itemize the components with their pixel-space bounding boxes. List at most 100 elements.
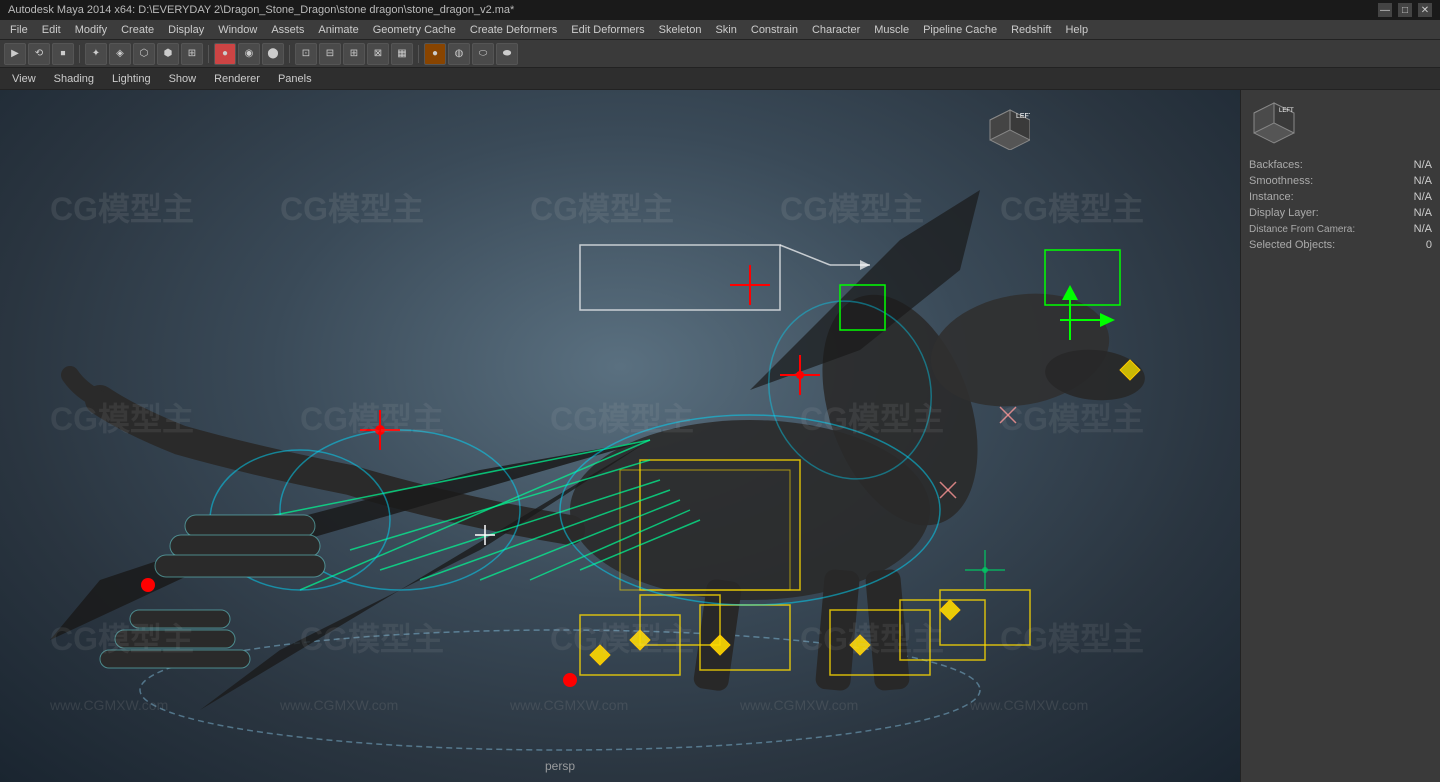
svg-text:CG模型主: CG模型主: [550, 401, 694, 437]
toolbar-btn-8[interactable]: ⊞: [181, 43, 203, 65]
window-controls: — □ ✕: [1378, 3, 1432, 17]
title-bar: Autodesk Maya 2014 x64: D:\EVERYDAY 2\Dr…: [0, 0, 1440, 20]
menu-item-pipeline-cache[interactable]: Pipeline Cache: [917, 22, 1003, 38]
toolbar: ▶ ⟲ ⏹ ✦ ◈ ⬡ ⬢ ⊞ ● ◉ ⬤ ⊡ ⊟ ⊞ ⊠ ▦ ● ◍ ⬭ ⬬: [0, 40, 1440, 68]
menu-item-skeleton[interactable]: Skeleton: [653, 22, 708, 38]
svg-text:CG模型主: CG模型主: [300, 621, 444, 657]
toolbar-btn-2[interactable]: ⟲: [28, 43, 50, 65]
menu-item-file[interactable]: File: [4, 22, 34, 38]
toolbar-btn-10[interactable]: ◉: [238, 43, 260, 65]
toolbar-btn-11[interactable]: ⬤: [262, 43, 284, 65]
backfaces-value: N/A: [1414, 159, 1432, 171]
toolbar-btn-16[interactable]: ▦: [391, 43, 413, 65]
svg-text:CG模型主: CG模型主: [50, 401, 194, 437]
toolbar-sep-2: [208, 45, 209, 63]
menu-item-display[interactable]: Display: [162, 22, 210, 38]
instance-label: Instance:: [1249, 191, 1294, 203]
svg-text:www.CGMXW.com: www.CGMXW.com: [279, 697, 398, 713]
toolbar-btn-14[interactable]: ⊞: [343, 43, 365, 65]
menu-item-redshift[interactable]: Redshift: [1005, 22, 1057, 38]
toolbar-btn-4[interactable]: ✦: [85, 43, 107, 65]
svg-text:LEFT: LEFT: [1279, 108, 1294, 114]
svg-text:LEFT: LEFT: [1016, 113, 1030, 120]
toolbar-btn-15[interactable]: ⊠: [367, 43, 389, 65]
svg-text:CG模型主: CG模型主: [50, 191, 194, 227]
toolbar-btn-20[interactable]: ⬬: [496, 43, 518, 65]
menu-item-muscle[interactable]: Muscle: [868, 22, 915, 38]
smoothness-value: N/A: [1414, 175, 1432, 187]
menu-item-help[interactable]: Help: [1059, 22, 1094, 38]
svg-text:CG模型主: CG模型主: [530, 191, 674, 227]
distance-row: Distance From Camera: N/A: [1249, 223, 1432, 235]
channel-cube: LEFT: [1249, 98, 1299, 148]
viewport-scene: CG模型主 CG模型主 CG模型主 CG模型主 CG模型主 CG模型主 CG模型…: [0, 90, 1240, 782]
menu-item-geometry-cache[interactable]: Geometry Cache: [367, 22, 462, 38]
toolbar-btn-5[interactable]: ◈: [109, 43, 131, 65]
title-text: Autodesk Maya 2014 x64: D:\EVERYDAY 2\Dr…: [8, 4, 514, 16]
display-layer-value: N/A: [1414, 207, 1432, 219]
svg-text:CG模型主: CG模型主: [780, 191, 924, 227]
menu-item-create[interactable]: Create: [115, 22, 160, 38]
menu-item-window[interactable]: Window: [212, 22, 263, 38]
svg-text:CG模型主: CG模型主: [280, 191, 424, 227]
toolbar-btn-19[interactable]: ⬭: [472, 43, 494, 65]
menu-item-assets[interactable]: Assets: [265, 22, 310, 38]
svg-text:www.CGMXW.com: www.CGMXW.com: [509, 697, 628, 713]
panel-menu-lighting[interactable]: Lighting: [104, 71, 159, 87]
backfaces-row: Backfaces: N/A: [1249, 159, 1432, 171]
persp-label: persp: [545, 759, 575, 773]
maximize-button[interactable]: □: [1398, 3, 1412, 17]
toolbar-btn-1[interactable]: ▶: [4, 43, 26, 65]
instance-row: Instance: N/A: [1249, 191, 1432, 203]
minimize-button[interactable]: —: [1378, 3, 1392, 17]
toolbar-btn-13[interactable]: ⊟: [319, 43, 341, 65]
menu-item-edit-deformers[interactable]: Edit Deformers: [565, 22, 650, 38]
svg-text:www.CGMXW.com: www.CGMXW.com: [49, 697, 168, 713]
menu-item-skin[interactable]: Skin: [709, 22, 742, 38]
svg-text:CG模型主: CG模型主: [1000, 401, 1144, 437]
svg-text:CG模型主: CG模型主: [50, 621, 194, 657]
svg-text:CG模型主: CG模型主: [550, 621, 694, 657]
display-layer-label: Display Layer:: [1249, 207, 1319, 219]
toolbar-btn-3[interactable]: ⏹: [52, 43, 74, 65]
panel-menu-renderer[interactable]: Renderer: [206, 71, 268, 87]
panel-menu-show[interactable]: Show: [161, 71, 205, 87]
selected-objects-value: 0: [1426, 239, 1432, 251]
panel-menu-view[interactable]: View: [4, 71, 44, 87]
menu-item-character[interactable]: Character: [806, 22, 866, 38]
smoothness-row: Smoothness: N/A: [1249, 175, 1432, 187]
main-viewport[interactable]: CG模型主 CG模型主 CG模型主 CG模型主 CG模型主 CG模型主 CG模型…: [0, 90, 1240, 782]
svg-text:CG模型主: CG模型主: [300, 401, 444, 437]
panel-menu-shading[interactable]: Shading: [46, 71, 102, 87]
toolbar-btn-17[interactable]: ●: [424, 43, 446, 65]
backfaces-label: Backfaces:: [1249, 159, 1303, 171]
close-button[interactable]: ✕: [1418, 3, 1432, 17]
toolbar-btn-12[interactable]: ⊡: [295, 43, 317, 65]
toolbar-sep-4: [418, 45, 419, 63]
panel-menu-panels[interactable]: Panels: [270, 71, 320, 87]
toolbar-btn-7[interactable]: ⬢: [157, 43, 179, 65]
menu-item-constrain[interactable]: Constrain: [745, 22, 804, 38]
toolbar-btn-9[interactable]: ●: [214, 43, 236, 65]
menu-item-modify[interactable]: Modify: [69, 22, 113, 38]
right-panel: LEFT Backfaces: N/A Smoothness: N/A Inst…: [1240, 90, 1440, 782]
selected-objects-label: Selected Objects:: [1249, 239, 1335, 251]
svg-text:www.CGMXW.com: www.CGMXW.com: [969, 697, 1088, 713]
toolbar-btn-18[interactable]: ◍: [448, 43, 470, 65]
menu-item-animate[interactable]: Animate: [312, 22, 364, 38]
svg-text:www.CGMXW.com: www.CGMXW.com: [739, 697, 858, 713]
menu-item-edit[interactable]: Edit: [36, 22, 67, 38]
display-layer-row: Display Layer: N/A: [1249, 207, 1432, 219]
instance-value: N/A: [1414, 191, 1432, 203]
menu-bar: FileEditModifyCreateDisplayWindowAssetsA…: [0, 20, 1440, 40]
smoothness-label: Smoothness:: [1249, 175, 1313, 187]
selected-objects-row: Selected Objects: 0: [1249, 239, 1432, 251]
toolbar-sep-3: [289, 45, 290, 63]
toolbar-btn-6[interactable]: ⬡: [133, 43, 155, 65]
svg-text:CG模型主: CG模型主: [1000, 191, 1144, 227]
svg-text:CG模型主: CG模型主: [800, 401, 944, 437]
cube-widget: LEFT: [980, 100, 1030, 150]
menu-item-create-deformers[interactable]: Create Deformers: [464, 22, 563, 38]
toolbar-sep-1: [79, 45, 80, 63]
svg-text:CG模型主: CG模型主: [1000, 621, 1144, 657]
